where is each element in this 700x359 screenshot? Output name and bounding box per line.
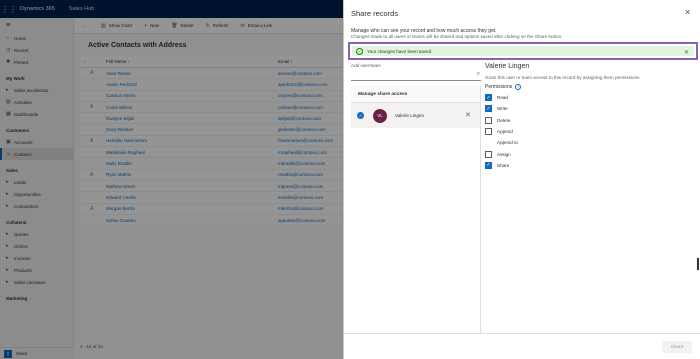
share-button[interactable]: Share [662,341,692,353]
permission-share[interactable]: ✓ Share [485,160,695,171]
remove-user-icon[interactable]: ✕ [465,111,471,119]
permission-checkbox[interactable] [485,150,492,158]
permission-delete[interactable]: Delete [485,115,695,126]
share-records-panel: Share records ✕ Manage who can see your … [343,0,700,359]
add-user-label: Add user/team [351,63,381,68]
avatar: VL [373,108,387,123]
grant-description: Grant this user or team access to this r… [485,75,640,80]
permission-label: Write [497,106,508,112]
info-icon[interactable]: i [515,84,522,90]
permissions-label: Permissions [485,84,513,90]
panel-footer: Share [344,333,700,359]
permission-write[interactable]: ✓ Write [485,103,695,114]
selected-user-name: Valerie Lingen [485,63,530,70]
manage-share-heading: Manage share access [351,86,480,103]
permission-label: Delete [497,117,511,123]
permission-checkbox[interactable]: ✓ [485,105,492,113]
permission-checkbox[interactable]: ✓ [485,161,492,169]
permissions-pane: Valerie Lingen Grant this user or team a… [485,63,695,171]
permission-assign[interactable]: Assign [485,148,695,159]
checkmark-icon: ✓ [356,47,363,55]
permission-checkbox[interactable] [485,128,492,136]
share-list: Manage share access ✓ VL Valerie Lingen … [351,86,481,334]
toast-highlight: ✓ Your changes have been saved ✕ [348,42,698,60]
permission-label: Assign [497,151,511,157]
permission-checkbox[interactable] [485,139,492,146]
permission-label: Append [497,129,513,135]
dismiss-toast-icon[interactable]: ✕ [684,49,689,56]
permissions-heading: Permissions i [485,84,695,90]
permission-read[interactable]: ✓ Read [485,92,695,103]
user-name: Valerie Lingen [395,113,425,118]
selected-radio[interactable]: ✓ [357,112,364,119]
user-search-input[interactable]: ⌕ [351,70,481,81]
close-icon[interactable]: ✕ [684,8,691,17]
scrollbar-thumb[interactable] [697,258,699,270]
panel-title: Share records [351,9,399,18]
success-toast: ✓ Your changes have been saved ✕ [352,46,694,56]
toast-message: Your changes have been saved [367,48,432,54]
permissions-list: ✓ Read ✓ Write Delete Append Append to Assign ✓ S… [485,92,695,171]
permission-checkbox[interactable] [485,116,492,124]
permission-checkbox[interactable]: ✓ [485,94,492,102]
permission-append[interactable]: Append [485,126,695,137]
permission-label: Append to [497,140,518,146]
permission-append-to[interactable]: Append to [485,137,695,148]
shared-user-row[interactable]: ✓ VL Valerie Lingen ✕ [351,103,480,128]
panel-note: Changes made to all users or teams will … [351,34,563,39]
modal-overlay[interactable] [0,0,343,359]
permission-label: Read [497,95,508,101]
search-icon[interactable]: ⌕ [477,71,480,78]
permission-label: Share [497,162,510,168]
